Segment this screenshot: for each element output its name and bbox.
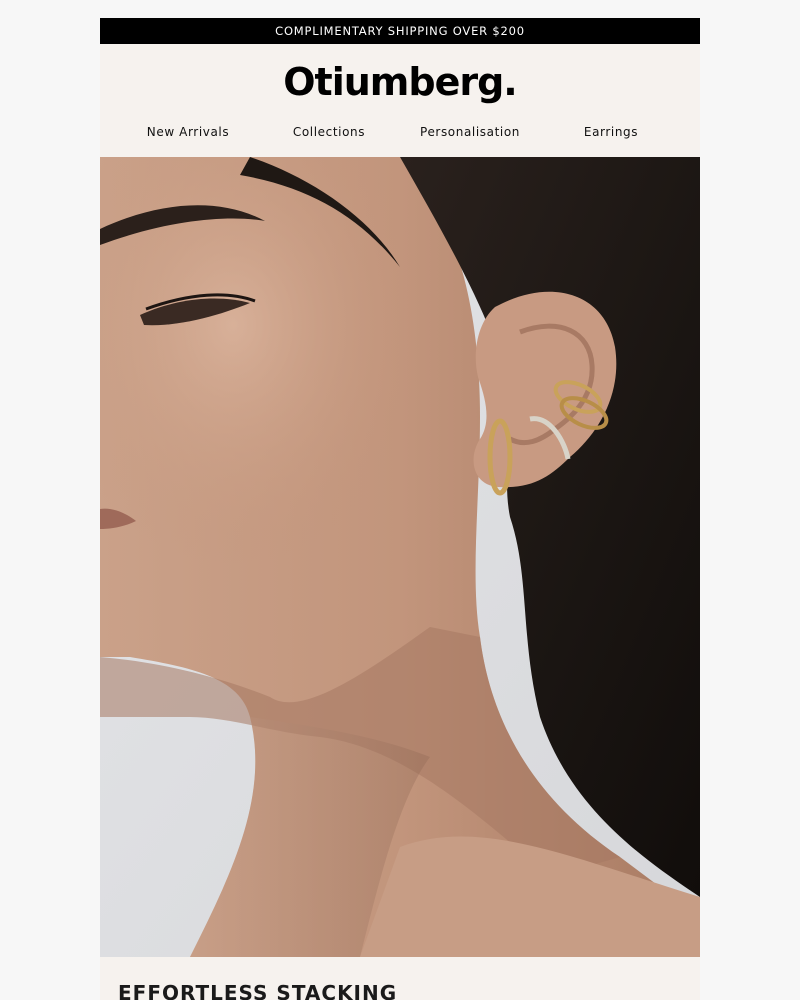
brand-logo[interactable]: Otiumberg. [100, 60, 700, 104]
nav-item-new-arrivals[interactable]: New Arrivals [118, 123, 258, 141]
header: Otiumberg. New Arrivals Collections Pers… [100, 44, 700, 157]
promo-banner: COMPLIMENTARY SHIPPING OVER $200 [100, 18, 700, 44]
promo-text: COMPLIMENTARY SHIPPING OVER $200 [275, 24, 525, 38]
hero-image[interactable] [100, 157, 700, 957]
section-title: EFFORTLESS STACKING [118, 981, 398, 1000]
main-nav: New Arrivals Collections Personalisation… [100, 123, 700, 141]
nav-item-earrings[interactable]: Earrings [541, 123, 681, 141]
nav-item-collections[interactable]: Collections [259, 123, 399, 141]
email-container: COMPLIMENTARY SHIPPING OVER $200 Otiumbe… [100, 18, 700, 1000]
nav-item-personalisation[interactable]: Personalisation [400, 123, 540, 141]
hero-illustration [100, 157, 700, 957]
